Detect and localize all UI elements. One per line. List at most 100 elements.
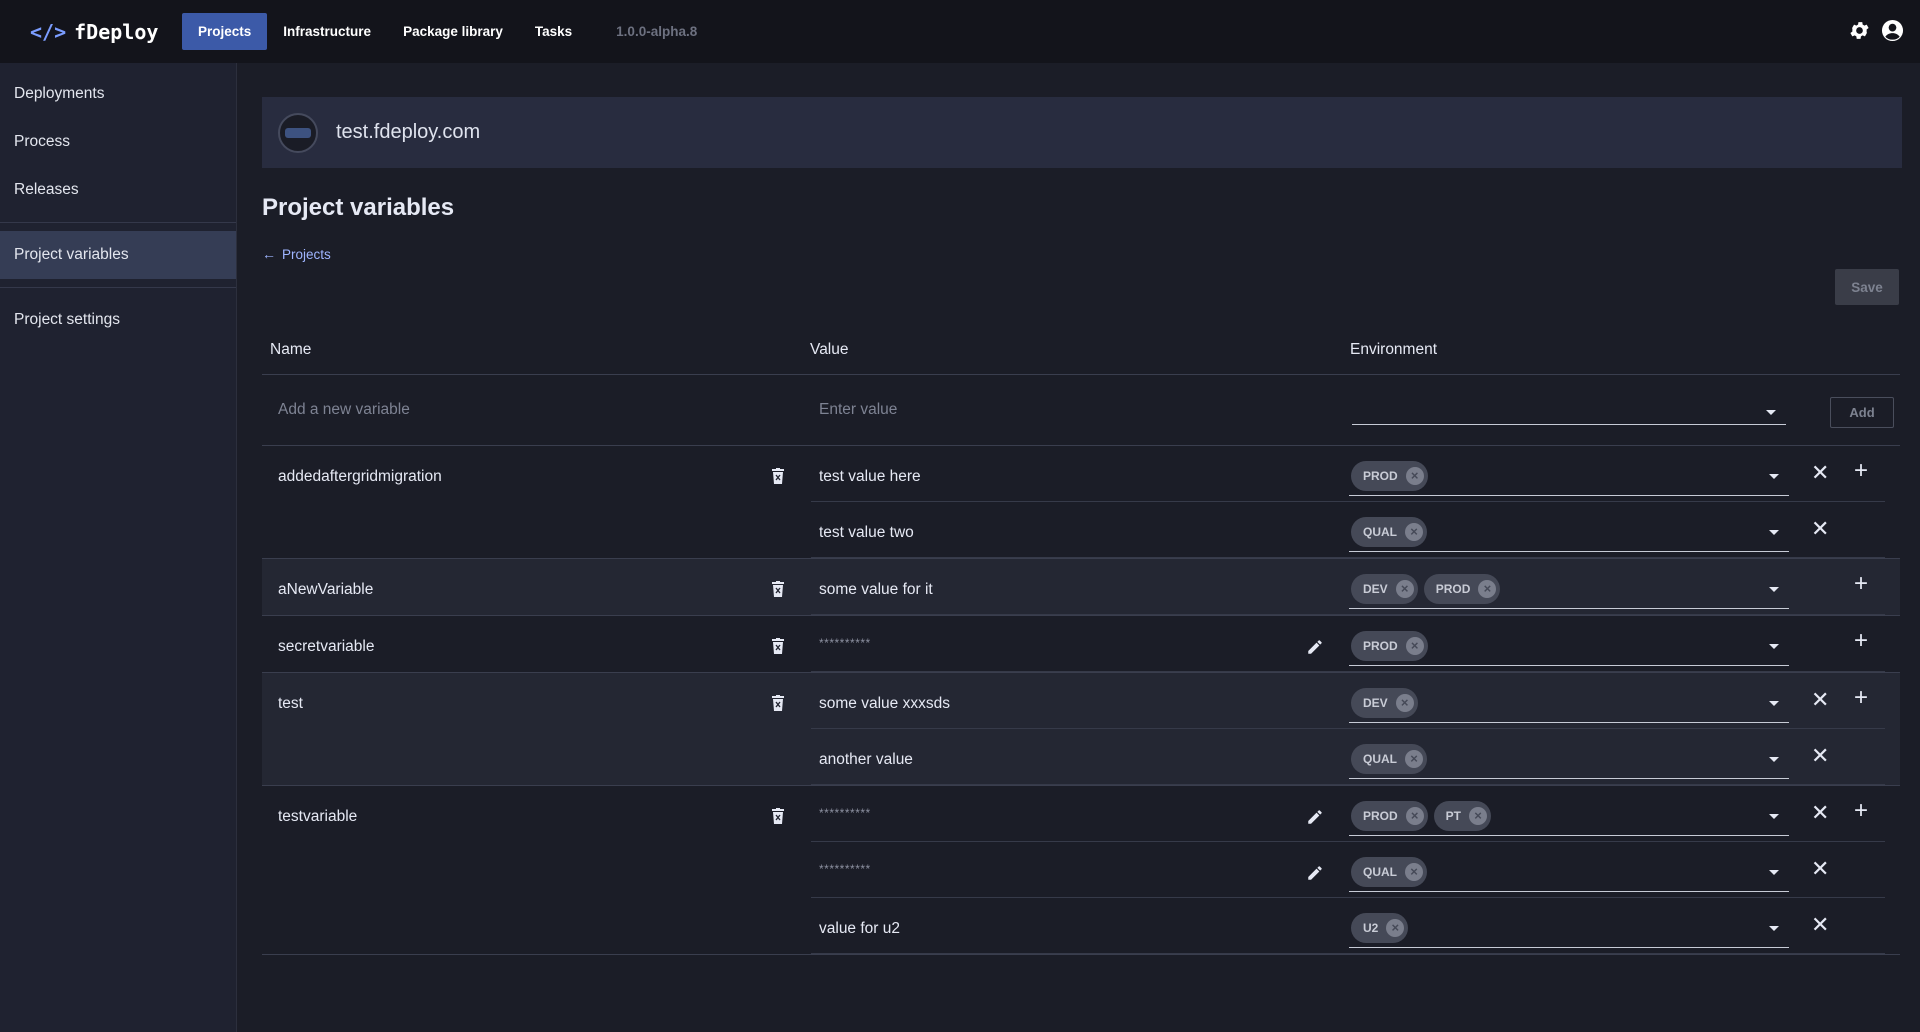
variable-value[interactable]: some value xxxsds — [819, 695, 950, 713]
pencil-icon[interactable] — [1306, 638, 1324, 656]
environment-select[interactable]: DEV × PROD × — [1349, 569, 1789, 609]
variable-value[interactable]: another value — [819, 751, 913, 769]
code-brackets-icon: </> — [30, 19, 67, 44]
secret-value: ********** — [819, 862, 871, 876]
value-row: ********** QUAL × ✕ — [811, 842, 1885, 898]
environment-select[interactable]: PROD × — [1349, 626, 1789, 666]
nav-package-library[interactable]: Package library — [387, 13, 519, 50]
environment-chip: DEV × — [1351, 687, 1418, 718]
environment-chip-label: PROD — [1363, 638, 1398, 653]
new-variable-value-input[interactable]: Enter value — [819, 401, 897, 419]
add-value-icon[interactable]: + — [1854, 459, 1868, 483]
environment-chip: PROD × — [1351, 460, 1428, 491]
breadcrumb[interactable]: ← Projects — [262, 246, 1902, 262]
add-value-icon[interactable]: + — [1854, 799, 1868, 823]
variable-value[interactable]: test value here — [819, 468, 921, 486]
variable-value[interactable]: some value for it — [819, 581, 933, 599]
top-icons — [1848, 19, 1904, 42]
trash-icon[interactable] — [771, 808, 785, 824]
environment-select[interactable]: U2 × — [1349, 908, 1789, 948]
top-navigation-bar: </> fDeploy Projects Infrastructure Pack… — [0, 0, 1920, 63]
chevron-down-icon — [1769, 870, 1779, 875]
trash-icon[interactable] — [771, 695, 785, 711]
variable-name[interactable]: test — [278, 695, 303, 713]
chip-remove-icon[interactable]: × — [1395, 693, 1414, 712]
environment-select[interactable]: QUAL × — [1349, 852, 1789, 892]
environment-chip: PROD × — [1423, 573, 1501, 604]
trash-icon[interactable] — [771, 581, 785, 597]
sidebar-divider — [0, 222, 236, 223]
chip-remove-icon[interactable]: × — [1386, 918, 1405, 937]
variable-groups: addedaftergridmigration test value here PR… — [262, 446, 1900, 955]
project-logo-image — [285, 127, 311, 138]
variable-name[interactable]: addedaftergridmigration — [278, 468, 442, 486]
sidebar-item-releases[interactable]: Releases — [0, 166, 236, 214]
chip-remove-icon[interactable]: × — [1469, 806, 1488, 825]
new-variable-environment-select[interactable] — [1352, 392, 1786, 425]
variable-value[interactable]: value for u2 — [819, 920, 900, 938]
sidebar-item-project-variables[interactable]: Project variables — [0, 231, 236, 279]
chevron-down-icon — [1766, 410, 1776, 415]
main-content: test.fdeploy.com Project variables ← Pro… — [262, 63, 1902, 955]
sidebar-item-project-settings[interactable]: Project settings — [0, 296, 236, 344]
environment-select[interactable]: QUAL × — [1349, 512, 1789, 552]
variable-name[interactable]: testvariable — [278, 808, 357, 826]
remove-value-icon[interactable]: ✕ — [1811, 689, 1829, 711]
value-row: some value xxxsds DEV × ✕ + — [811, 673, 1885, 729]
variable-value[interactable]: test value two — [819, 524, 914, 542]
user-circle-icon[interactable] — [1881, 19, 1904, 42]
sidebar-item-deployments[interactable]: Deployments — [0, 70, 236, 118]
environment-chip: QUAL × — [1351, 743, 1427, 774]
chip-remove-icon[interactable]: × — [1405, 862, 1423, 881]
remove-value-icon[interactable]: ✕ — [1811, 914, 1829, 936]
nav-projects[interactable]: Projects — [182, 13, 268, 50]
chip-remove-icon[interactable]: × — [1395, 579, 1414, 598]
chip-remove-icon[interactable]: × — [1405, 636, 1424, 655]
remove-value-icon[interactable]: ✕ — [1811, 462, 1829, 484]
trash-icon[interactable] — [771, 468, 785, 484]
nav-tasks[interactable]: Tasks — [519, 13, 588, 50]
column-header-name: Name — [270, 341, 312, 358]
chip-remove-icon[interactable]: × — [1405, 806, 1424, 825]
remove-value-icon[interactable]: ✕ — [1811, 518, 1829, 540]
environment-select[interactable]: PROD × — [1349, 456, 1789, 496]
remove-value-icon[interactable]: ✕ — [1811, 858, 1829, 880]
chip-remove-icon[interactable]: × — [1405, 522, 1423, 541]
environment-chip-label: QUAL — [1363, 864, 1397, 879]
gear-icon[interactable] — [1848, 19, 1871, 42]
add-value-icon[interactable]: + — [1854, 572, 1868, 596]
value-row: ********** PROD × + — [811, 616, 1885, 672]
chip-remove-icon[interactable]: × — [1405, 466, 1424, 485]
value-row: ********** PROD × PT × ✕ + — [811, 786, 1885, 842]
environment-select[interactable]: QUAL × — [1349, 739, 1789, 779]
remove-value-icon[interactable]: ✕ — [1811, 802, 1829, 824]
sidebar-item-process[interactable]: Process — [0, 118, 236, 166]
chip-remove-icon[interactable]: × — [1405, 749, 1423, 768]
add-value-icon[interactable]: + — [1854, 629, 1868, 653]
breadcrumb-projects-link[interactable]: Projects — [282, 247, 331, 262]
pencil-icon[interactable] — [1306, 808, 1324, 826]
brand-logo[interactable]: </> fDeploy — [30, 20, 182, 44]
variable-name[interactable]: secretvariable — [278, 638, 375, 656]
save-button[interactable]: Save — [1835, 269, 1899, 305]
chip-remove-icon[interactable]: × — [1478, 579, 1497, 598]
chevron-down-icon — [1769, 474, 1779, 479]
environment-chip-label: PROD — [1435, 581, 1471, 596]
project-name: test.fdeploy.com — [336, 121, 481, 143]
new-variable-name-input[interactable]: Add a new variable — [278, 401, 410, 419]
pencil-icon[interactable] — [1306, 864, 1324, 882]
remove-value-icon[interactable]: ✕ — [1811, 745, 1829, 767]
environment-select[interactable]: DEV × — [1349, 683, 1789, 723]
add-variable-button[interactable]: Add — [1830, 397, 1894, 428]
environment-select[interactable]: PROD × PT × — [1349, 796, 1789, 836]
environment-chip-label: PT — [1445, 808, 1462, 823]
variable-group: secretvariable ********** PROD × + — [262, 616, 1900, 673]
add-value-icon[interactable]: + — [1854, 686, 1868, 710]
chevron-down-icon — [1769, 757, 1779, 762]
variable-name[interactable]: aNewVariable — [278, 581, 373, 599]
variable-group: test some value xxxsds DEV × ✕ + another value… — [262, 673, 1900, 786]
trash-icon[interactable] — [771, 638, 785, 654]
nav-infrastructure[interactable]: Infrastructure — [267, 13, 387, 50]
main-nav: Projects Infrastructure Package library … — [182, 13, 713, 50]
page-title: Project variables — [262, 194, 455, 221]
